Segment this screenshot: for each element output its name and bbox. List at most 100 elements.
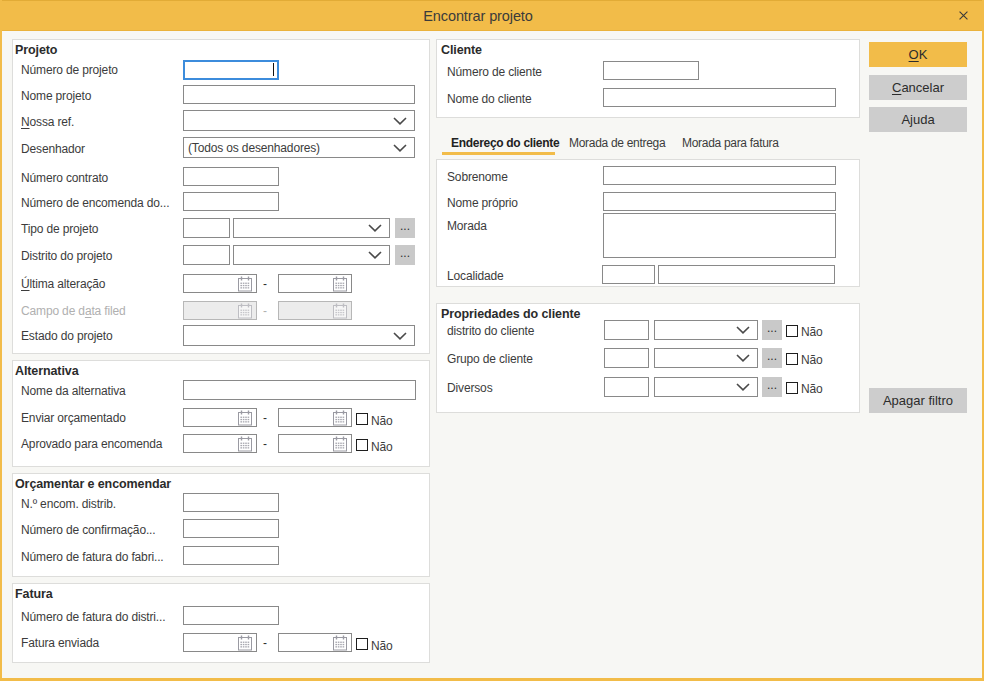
enviar-orcamentado-nao-checkbox[interactable] <box>356 413 368 425</box>
label-nome-cliente: Nome do cliente <box>447 92 531 106</box>
mnemonic: N <box>21 115 30 129</box>
calendar-icon[interactable] <box>332 436 348 452</box>
distrito-projeto-code-input[interactable] <box>183 245 230 265</box>
cancel-button[interactable]: Cancelar <box>869 75 967 100</box>
fatura-enviada-from-input[interactable] <box>183 633 257 652</box>
tab-morada-para-fatura[interactable]: Morada para fatura <box>682 136 779 150</box>
label-text: ossa ref. <box>30 115 75 129</box>
numero-encomenda-input[interactable] <box>183 192 279 211</box>
desenhador-value: (Todos os desenhadores) <box>188 141 320 155</box>
grupo-cliente-code-input[interactable] <box>604 348 649 368</box>
calendar-icon[interactable] <box>332 410 348 426</box>
numero-cliente-input[interactable] <box>603 61 699 80</box>
label-nome-proprio: Nome próprio <box>447 196 518 210</box>
group-projeto-title: Projeto <box>15 43 57 57</box>
title-bar: Encontrar projeto <box>0 0 984 31</box>
grupo-cliente-browse-button[interactable]: ... <box>762 348 782 368</box>
estado-projeto-combobox[interactable] <box>183 325 415 346</box>
localidade-codigo-input[interactable] <box>602 265 655 284</box>
label-n-encom-distrib: N.º encom. distrib. <box>21 497 116 511</box>
localidade-input[interactable] <box>658 265 835 284</box>
calendar-icon[interactable] <box>237 436 253 452</box>
tipo-projeto-code-input[interactable] <box>183 218 230 238</box>
group-cliente-title: Cliente <box>441 43 482 57</box>
enviar-orcamentado-to-input[interactable] <box>278 408 352 427</box>
numero-confirmacao-input[interactable] <box>183 519 279 538</box>
label-numero-contrato: Número contrato <box>21 171 108 185</box>
label-grupo-cliente: Grupo de cliente <box>447 352 533 366</box>
chevron-down-icon <box>368 251 382 259</box>
desenhador-combobox[interactable]: (Todos os desenhadores) <box>183 137 415 158</box>
tipo-projeto-browse-button[interactable]: ... <box>395 218 415 238</box>
calendar-icon[interactable] <box>332 635 348 651</box>
grupo-cliente-combobox[interactable] <box>654 348 758 368</box>
aprovado-encomenda-from-input[interactable] <box>183 434 257 453</box>
diversos-browse-button[interactable]: ... <box>762 377 782 397</box>
grupo-cliente-nao-checkbox[interactable] <box>786 353 798 365</box>
morada-textarea[interactable] <box>603 213 836 258</box>
label-aprovado-encomenda: Aprovado para encomenda <box>21 437 162 451</box>
label-numero-encomenda: Número de encomenda do... <box>21 196 169 210</box>
ok-button[interactable]: OK <box>869 42 967 67</box>
calendar-icon <box>237 303 253 319</box>
calendar-icon[interactable] <box>237 410 253 426</box>
chevron-down-icon <box>393 117 407 125</box>
date-range-separator: - <box>263 411 267 425</box>
label-nao: Não <box>801 353 823 367</box>
aprovado-encomenda-nao-checkbox[interactable] <box>356 439 368 451</box>
find-project-dialog: Encontrar projeto Projeto Número de proj… <box>0 0 984 681</box>
button-text: ancelar <box>901 80 944 95</box>
calendar-icon[interactable] <box>332 276 348 292</box>
label-diversos: Diversos <box>447 381 492 395</box>
numero-projeto-input[interactable] <box>183 60 279 80</box>
label-numero-fatura-distribuidor: Número de fatura do distri... <box>21 610 165 624</box>
campo-data-from-input <box>183 301 257 320</box>
label-text: ta filed <box>91 304 125 318</box>
distrito-cliente-combobox[interactable] <box>654 320 758 340</box>
mnemonic: Ú <box>21 277 30 291</box>
distrito-cliente-browse-button[interactable]: ... <box>762 320 782 340</box>
label-sobrenome: Sobrenome <box>447 170 508 184</box>
nossa-ref-combobox[interactable] <box>183 110 415 131</box>
chevron-down-icon <box>393 332 407 340</box>
nome-cliente-input[interactable] <box>603 88 836 107</box>
distrito-cliente-code-input[interactable] <box>604 320 649 340</box>
diversos-combobox[interactable] <box>654 377 758 397</box>
ultima-alteracao-to-input[interactable] <box>278 274 352 293</box>
enviar-orcamentado-from-input[interactable] <box>183 408 257 427</box>
ultima-alteracao-from-input[interactable] <box>183 274 257 293</box>
numero-fatura-fabricante-input[interactable] <box>183 546 279 565</box>
chevron-down-icon <box>393 144 407 152</box>
aprovado-encomenda-to-input[interactable] <box>278 434 352 453</box>
tipo-projeto-combobox[interactable] <box>233 218 390 238</box>
calendar-icon[interactable] <box>237 276 253 292</box>
label-nao: Não <box>801 382 823 396</box>
label-text: ltima alteração <box>30 277 106 291</box>
numero-contrato-input[interactable] <box>183 167 279 186</box>
nome-alternativa-input[interactable] <box>183 380 416 400</box>
sobrenome-input[interactable] <box>603 166 836 185</box>
distrito-cliente-nao-checkbox[interactable] <box>786 325 798 337</box>
label-text: Campo de d <box>21 304 85 318</box>
distrito-projeto-browse-button[interactable]: ... <box>395 245 415 265</box>
dialog-body: Projeto Número de projeto Nome projeto N… <box>0 31 980 678</box>
label-localidade: Localidade <box>447 269 504 283</box>
fatura-enviada-to-input[interactable] <box>278 633 352 652</box>
fatura-enviada-nao-checkbox[interactable] <box>356 638 368 650</box>
diversos-nao-checkbox[interactable] <box>786 382 798 394</box>
nome-projeto-input[interactable] <box>183 85 415 104</box>
tab-endereco-do-cliente[interactable]: Endereço do cliente <box>451 136 559 150</box>
label-nao: Não <box>371 639 393 653</box>
diversos-code-input[interactable] <box>604 377 649 397</box>
tab-morada-de-entrega[interactable]: Morada de entrega <box>569 136 665 150</box>
n-encom-distrib-input[interactable] <box>183 493 279 512</box>
label-estado-projeto: Estado do projeto <box>21 329 113 343</box>
close-icon[interactable] <box>958 10 969 21</box>
numero-fatura-distribuidor-input[interactable] <box>183 606 279 625</box>
help-button[interactable]: Ajuda <box>869 107 967 132</box>
nome-proprio-input[interactable] <box>603 192 836 211</box>
distrito-projeto-combobox[interactable] <box>233 245 390 265</box>
calendar-icon[interactable] <box>237 635 253 651</box>
clear-filter-button[interactable]: Apagar filtro <box>869 388 967 413</box>
mnemonic: C <box>892 80 901 95</box>
